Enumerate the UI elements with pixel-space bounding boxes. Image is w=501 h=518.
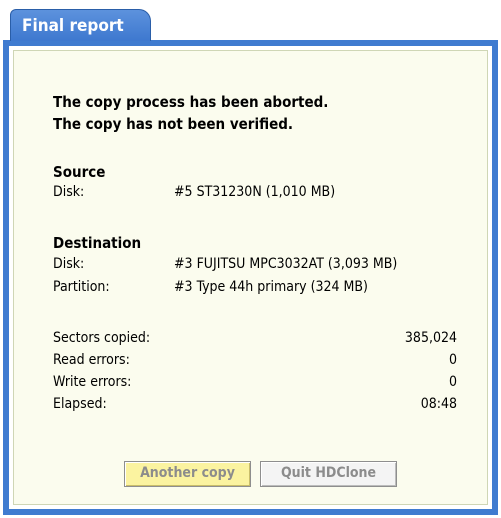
tab-final-report: Final report <box>10 9 151 41</box>
write-errors-value: 0 <box>448 374 457 390</box>
quit-hdclone-button[interactable]: Quit HDClone <box>260 461 397 487</box>
destination-disk-value: #3 FUJITSU MPC3032AT (3,093 MB) <box>174 256 398 272</box>
source-heading: Source <box>53 163 106 181</box>
final-report-panel: The copy process has been aborted. The c… <box>3 40 498 515</box>
sectors-copied-label: Sectors copied: <box>53 330 151 346</box>
verify-message: The copy has not been verified. <box>53 115 294 133</box>
destination-disk-label: Disk: <box>53 256 85 272</box>
destination-heading: Destination <box>53 234 142 252</box>
read-errors-label: Read errors: <box>53 352 130 368</box>
read-errors-value: 0 <box>448 352 457 368</box>
abort-message: The copy process has been aborted. <box>53 93 329 111</box>
destination-partition-value: #3 Type 44h primary (324 MB) <box>174 279 368 295</box>
source-disk-label: Disk: <box>53 184 85 200</box>
tab-title: Final report <box>22 16 124 36</box>
destination-partition-label: Partition: <box>53 279 110 295</box>
write-errors-label: Write errors: <box>53 374 132 390</box>
another-copy-button[interactable]: Another copy <box>124 461 251 487</box>
elapsed-value: 08:48 <box>420 396 457 412</box>
elapsed-label: Elapsed: <box>53 396 107 412</box>
report-content: The copy process has been aborted. The c… <box>13 50 488 505</box>
source-disk-value: #5 ST31230N (1,010 MB) <box>174 184 336 200</box>
sectors-copied-value: 385,024 <box>404 330 457 346</box>
